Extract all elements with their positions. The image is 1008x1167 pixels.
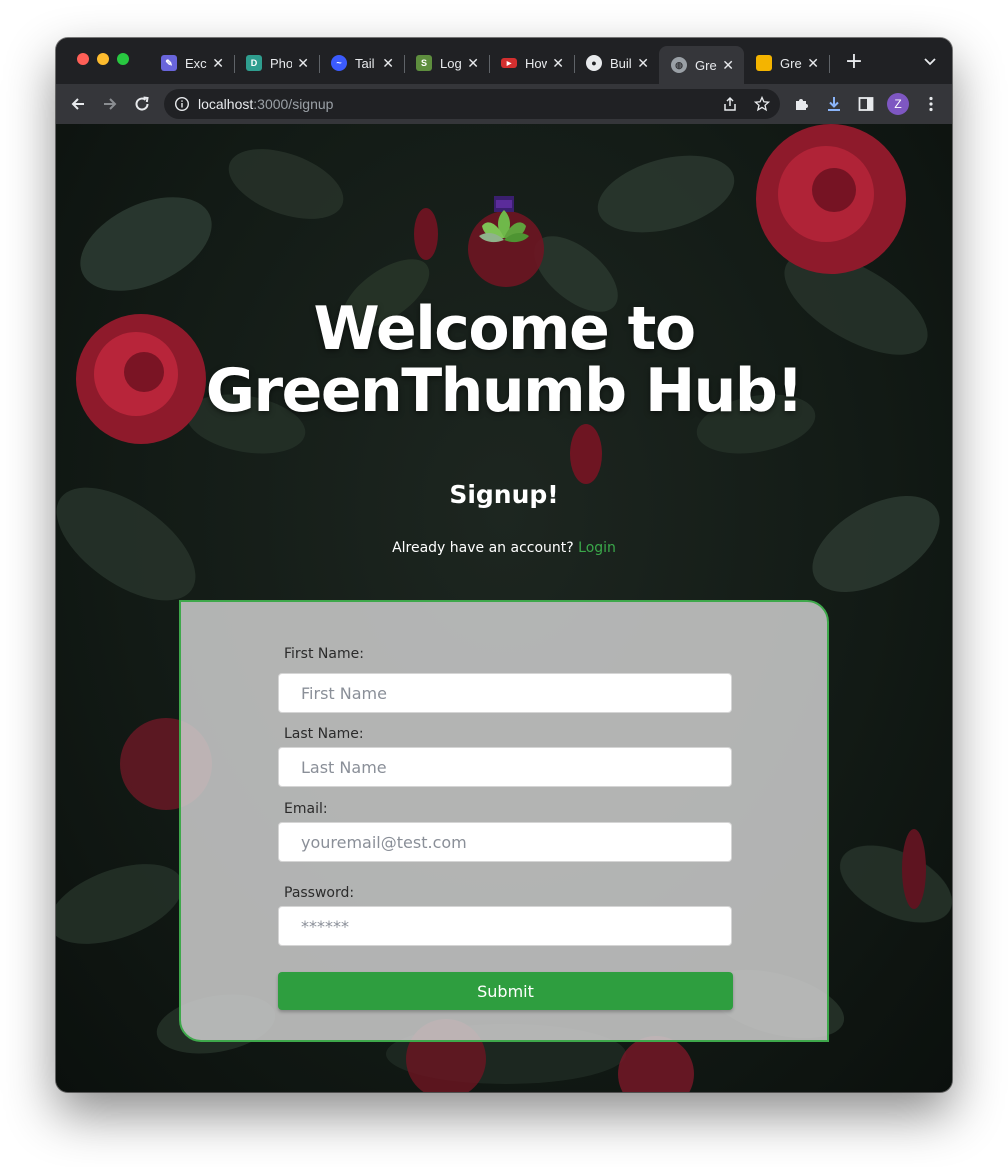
youtube-icon: ▶ — [501, 58, 517, 68]
excalidraw-icon: ✎ — [161, 55, 177, 71]
shopify-icon: S — [416, 55, 432, 71]
document-icon: D — [246, 55, 262, 71]
back-arrow-icon[interactable] — [66, 92, 90, 116]
tab-4[interactable]: ▶ How ✕ — [489, 46, 574, 80]
signup-page: Welcome to GreenThumb Hub! Signup! Alrea… — [56, 124, 952, 1092]
tab-1[interactable]: D Pho ✕ — [234, 46, 319, 80]
tab-title: How — [525, 55, 547, 71]
tab-title: Gre — [695, 57, 717, 73]
minimize-window-button[interactable] — [97, 53, 109, 65]
tab-search-chevron-down-icon[interactable] — [920, 52, 940, 72]
reload-icon[interactable] — [130, 92, 154, 116]
site-info-icon[interactable] — [174, 96, 190, 112]
close-icon[interactable]: ✕ — [722, 57, 734, 74]
bookmark-star-icon[interactable] — [754, 96, 770, 112]
url-host: localhost — [198, 96, 254, 112]
tab-strip: ✎ Exc ✕ D Pho ✕ ~ Tail ✕ S Log ✕ ▶ How ✕ — [56, 38, 952, 84]
close-icon[interactable]: ✕ — [212, 55, 224, 72]
share-icon[interactable] — [722, 96, 738, 112]
browser-window: ✎ Exc ✕ D Pho ✕ ~ Tail ✕ S Log ✕ ▶ How ✕ — [56, 38, 952, 1092]
tab-2[interactable]: ~ Tail ✕ — [319, 46, 404, 80]
close-icon[interactable]: ✕ — [467, 55, 479, 72]
tailwind-icon: ~ — [331, 55, 347, 71]
close-icon[interactable]: ✕ — [297, 55, 309, 72]
new-tab-button[interactable]: + — [842, 50, 866, 74]
github-icon: ● — [586, 55, 602, 71]
submit-button[interactable]: Submit — [278, 972, 733, 1010]
tab-separator — [829, 55, 830, 73]
first-name-input[interactable] — [278, 673, 732, 713]
signup-form: First Name: Last Name: Email: Password: … — [179, 600, 829, 1042]
tab-5[interactable]: ● Buil ✕ — [574, 46, 659, 80]
kebab-menu-icon[interactable] — [919, 92, 943, 116]
title-line-2: GreenThumb Hub! — [205, 356, 804, 426]
url-path: :3000/signup — [253, 96, 334, 112]
download-icon[interactable] — [822, 92, 846, 116]
lotus-logo-icon — [479, 196, 529, 243]
address-bar[interactable]: localhost:3000/signup — [164, 89, 780, 119]
close-icon[interactable]: ✕ — [807, 55, 819, 72]
login-prompt-text: Already have an account? — [392, 540, 574, 556]
tab-6-active[interactable]: ◍ Gre ✕ — [659, 46, 744, 84]
close-icon[interactable]: ✕ — [637, 55, 649, 72]
url-text: localhost:3000/signup — [198, 96, 333, 112]
tab-title: Exc — [185, 55, 207, 71]
tab-title: Tail — [355, 55, 375, 71]
email-label: Email: — [284, 801, 328, 817]
globe-icon: ◍ — [671, 57, 687, 73]
maximize-window-button[interactable] — [117, 53, 129, 65]
last-name-label: Last Name: — [284, 726, 364, 742]
tab-title: Buil — [610, 55, 632, 71]
page-title: Welcome to GreenThumb Hub! — [56, 298, 952, 422]
last-name-input[interactable] — [278, 747, 732, 787]
email-input[interactable] — [278, 822, 732, 862]
side-panel-icon[interactable] — [854, 92, 878, 116]
page-subtitle: Signup! — [449, 480, 559, 509]
tab-title: Gre — [780, 55, 802, 71]
slides-icon — [756, 55, 772, 71]
title-line-1: Welcome to — [313, 294, 696, 364]
profile-avatar[interactable]: Z — [887, 93, 909, 115]
forward-arrow-icon[interactable] — [98, 92, 122, 116]
tab-title: Pho — [270, 55, 292, 71]
close-icon[interactable]: ✕ — [382, 55, 394, 72]
tab-0[interactable]: ✎ Exc ✕ — [149, 46, 234, 80]
tab-7[interactable]: Gre ✕ — [744, 46, 829, 80]
login-prompt-line: Already have an account? Login — [56, 540, 952, 556]
tab-title: Log — [440, 55, 462, 71]
password-label: Password: — [284, 885, 355, 901]
password-input[interactable] — [278, 906, 732, 946]
browser-toolbar: localhost:3000/signup Z — [56, 84, 952, 124]
extensions-puzzle-icon[interactable] — [790, 92, 814, 116]
close-window-button[interactable] — [77, 53, 89, 65]
tab-3[interactable]: S Log ✕ — [404, 46, 489, 80]
first-name-label: First Name: — [284, 646, 364, 662]
close-icon[interactable]: ✕ — [552, 55, 564, 72]
login-link[interactable]: Login — [578, 540, 616, 556]
